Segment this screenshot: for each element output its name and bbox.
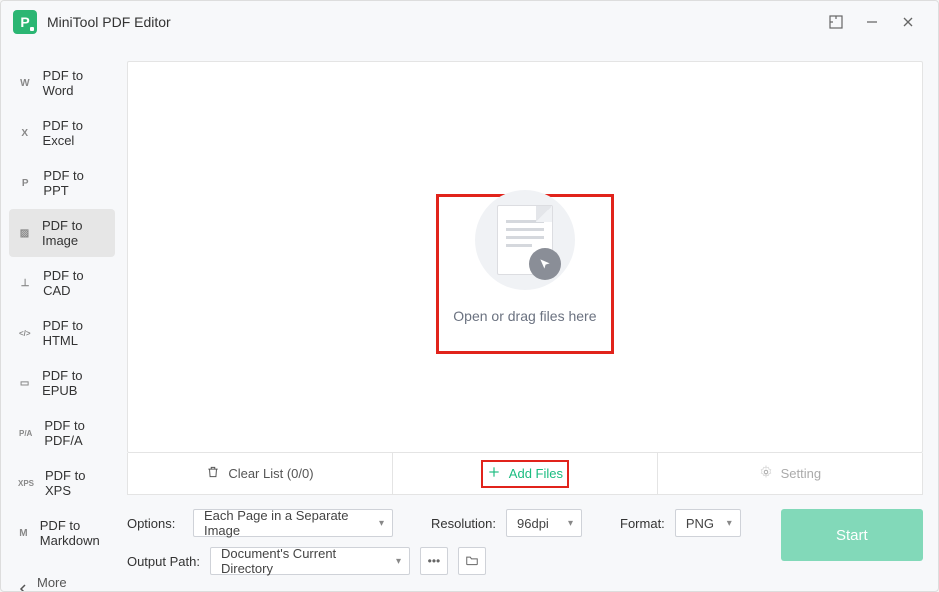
app-window: P MiniTool PDF Editor W PDF to Word X PD… <box>0 0 939 592</box>
output-path-select[interactable]: Document's Current Directory ▾ <box>210 547 410 575</box>
image-icon: ▨ <box>19 226 30 240</box>
sidebar-item-label: PDF to PDF/A <box>44 418 105 448</box>
app-title: MiniTool PDF Editor <box>47 14 171 30</box>
highlight-add-files <box>481 460 569 488</box>
action-toolbar: Clear List (0/0) Add Files Setting <box>127 453 923 495</box>
open-folder-button[interactable] <box>458 547 486 575</box>
word-icon: W <box>19 76 31 90</box>
epub-icon: ▭ <box>19 376 30 390</box>
setting-button[interactable]: Setting <box>657 453 922 494</box>
close-button[interactable] <box>890 4 926 40</box>
clear-list-label: Clear List (0/0) <box>228 466 313 481</box>
html-icon: </> <box>19 326 31 340</box>
format-value: PNG <box>686 516 714 531</box>
folder-icon <box>465 554 479 569</box>
minimize-button[interactable] <box>854 4 890 40</box>
ellipsis-icon: ••• <box>428 554 441 568</box>
pdfa-icon: P/A <box>19 426 32 440</box>
cad-icon: ⊥ <box>19 276 31 290</box>
clear-list-button[interactable]: Clear List (0/0) <box>128 453 392 494</box>
format-select[interactable]: PNG ▾ <box>675 509 741 537</box>
trash-icon <box>206 465 220 482</box>
sidebar-item-label: PDF to HTML <box>43 318 105 348</box>
sidebar-item-pdf-to-word[interactable]: W PDF to Word <box>9 59 115 107</box>
more-features-button[interactable]: More Features <box>9 559 115 591</box>
output-path-value: Document's Current Directory <box>221 546 383 576</box>
options-label: Options: <box>127 516 183 531</box>
chevron-down-icon: ▾ <box>379 518 384 529</box>
app-logo-icon: P <box>13 10 37 34</box>
sidebar-item-pdf-to-xps[interactable]: XPS PDF to XPS <box>9 459 115 507</box>
sidebar-item-pdf-to-image[interactable]: ▨ PDF to Image <box>9 209 115 257</box>
sidebar-item-label: PDF to XPS <box>45 468 105 498</box>
titlebar: P MiniTool PDF Editor <box>1 1 938 43</box>
gear-icon <box>759 465 773 482</box>
drop-area[interactable]: Open or drag files here <box>127 61 923 453</box>
sidebar-item-pdf-to-cad[interactable]: ⊥ PDF to CAD <box>9 259 115 307</box>
chevron-down-icon: ▾ <box>396 556 401 567</box>
resolution-select[interactable]: 96dpi ▾ <box>506 509 582 537</box>
sidebar-item-label: PDF to CAD <box>43 268 105 298</box>
output-path-label: Output Path: <box>127 554 200 569</box>
browse-path-button[interactable]: ••• <box>420 547 448 575</box>
excel-icon: X <box>19 126 31 140</box>
chevron-down-icon: ▾ <box>568 518 573 529</box>
sidebar-item-label: PDF to Word <box>43 68 105 98</box>
sidebar: W PDF to Word X PDF to Excel P PDF to PP… <box>1 43 123 591</box>
sidebar-item-label: PDF to EPUB <box>42 368 105 398</box>
resolution-value: 96dpi <box>517 516 549 531</box>
format-label: Format: <box>620 516 665 531</box>
add-files-button[interactable]: Add Files <box>392 453 657 494</box>
cursor-icon <box>529 248 561 280</box>
start-label: Start <box>836 527 868 544</box>
sidebar-item-pdf-to-epub[interactable]: ▭ PDF to EPUB <box>9 359 115 407</box>
more-features-label: More Features <box>37 575 105 591</box>
start-button[interactable]: Start <box>781 509 923 561</box>
options-value: Each Page in a Separate Image <box>204 508 366 538</box>
sidebar-item-label: PDF to Excel <box>43 118 105 148</box>
drop-illustration <box>475 190 575 290</box>
main-panel: Open or drag files here Clear List (0/0)… <box>123 43 938 591</box>
sidebar-item-pdf-to-pdfa[interactable]: P/A PDF to PDF/A <box>9 409 115 457</box>
chevron-left-icon <box>19 583 27 592</box>
sidebar-item-pdf-to-ppt[interactable]: P PDF to PPT <box>9 159 115 207</box>
sidebar-item-pdf-to-excel[interactable]: X PDF to Excel <box>9 109 115 157</box>
unknown-toolbar-button[interactable] <box>818 4 854 40</box>
sidebar-item-pdf-to-markdown[interactable]: M PDF to Markdown <box>9 509 115 557</box>
setting-label: Setting <box>781 466 821 481</box>
chevron-down-icon: ▾ <box>727 518 732 529</box>
sidebar-item-label: PDF to Image <box>42 218 105 248</box>
sidebar-item-label: PDF to Markdown <box>40 518 105 548</box>
markdown-icon: M <box>19 526 28 540</box>
sidebar-item-pdf-to-html[interactable]: </> PDF to HTML <box>9 309 115 357</box>
options-select[interactable]: Each Page in a Separate Image ▾ <box>193 509 393 537</box>
sidebar-item-label: PDF to PPT <box>43 168 105 198</box>
ppt-icon: P <box>19 176 31 190</box>
xps-icon: XPS <box>19 476 33 490</box>
resolution-label: Resolution: <box>431 516 496 531</box>
